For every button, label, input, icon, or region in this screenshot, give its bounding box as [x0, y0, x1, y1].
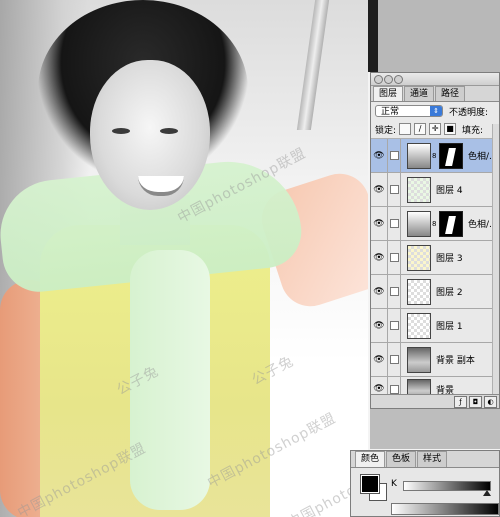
layer-link-box[interactable] — [388, 275, 401, 308]
layer-thumbnail — [407, 142, 431, 169]
layer-link-box[interactable] — [388, 241, 401, 274]
eye-icon[interactable]: 👁 — [371, 207, 388, 240]
eye-icon[interactable]: 👁 — [371, 139, 388, 172]
right-eye — [160, 128, 178, 134]
eye-icon[interactable]: 👁 — [371, 275, 388, 308]
fill-label: 填充: — [462, 125, 484, 136]
layer-link-box[interactable] — [388, 207, 401, 240]
chain-icon[interactable]: 8 — [432, 220, 438, 228]
layer-row[interactable]: 👁 图层 4 — [371, 173, 499, 207]
layer-thumbnail — [407, 244, 431, 271]
layer-mask[interactable] — [439, 210, 463, 237]
layers-tabs: 图层 通道 路径 — [371, 86, 499, 102]
blend-mode-select[interactable]: 正常 ⇕ — [375, 105, 443, 117]
workspace-background — [368, 0, 500, 72]
foreground-color-swatch[interactable] — [360, 474, 380, 494]
photo-canvas[interactable]: 中国photoshop联盟 公子兔 中国photoshop联盟 公子兔 中国ph… — [0, 0, 368, 517]
left-eye — [112, 128, 130, 134]
eye-icon[interactable]: 👁 — [371, 309, 388, 342]
layer-row[interactable]: 👁 图层 2 — [371, 275, 499, 309]
layer-style-icon[interactable]: ƒ — [454, 395, 467, 408]
close-icon[interactable] — [374, 75, 383, 84]
lock-all-icon[interactable]: ■ — [444, 123, 457, 135]
layers-scrollbar[interactable] — [492, 124, 499, 394]
layer-name: 图层 2 — [436, 288, 463, 298]
color-palette[interactable]: 颜色 色板 样式 K — [350, 450, 500, 517]
new-fill-icon[interactable]: ◐ — [484, 395, 497, 408]
layer-thumbnail — [407, 176, 431, 203]
tab-swatches[interactable]: 色板 — [386, 451, 417, 467]
blend-mode-value: 正常 — [381, 107, 400, 117]
layer-name: 背景 副本 — [436, 356, 475, 366]
layer-link-box[interactable] — [388, 173, 401, 206]
lock-move-icon[interactable]: ✛ — [429, 123, 442, 135]
layer-row[interactable]: 👁 图层 3 — [371, 241, 499, 275]
tab-channels[interactable]: 通道 — [404, 86, 435, 101]
layers-palette[interactable]: 图层 通道 路径 正常 ⇕ 不透明度: 锁定: ∕ ✛ ■ 填充: 👁 8 色相… — [370, 72, 500, 409]
color-tabs: 颜色 色板 样式 — [351, 451, 499, 468]
layer-name: 图层 3 — [436, 254, 463, 264]
layer-thumbnail — [407, 346, 431, 373]
layer-name: 图层 4 — [436, 186, 463, 196]
zoom-icon[interactable] — [394, 75, 403, 84]
tab-layers[interactable]: 图层 — [373, 86, 404, 101]
layer-thumbnail — [407, 312, 431, 339]
layer-thumbnail — [407, 210, 431, 237]
lock-brush-icon[interactable]: ∕ — [414, 123, 427, 135]
layer-row[interactable]: 👁 8 色相/... — [371, 207, 499, 241]
lock-label: 锁定: — [375, 125, 397, 136]
palette-titlebar[interactable] — [371, 73, 499, 86]
layer-link-box[interactable] — [388, 139, 401, 172]
chain-icon[interactable]: 8 — [432, 152, 438, 160]
layer-link-box[interactable] — [388, 309, 401, 342]
dropdown-arrow-icon: ⇕ — [430, 106, 442, 116]
layer-thumbnail — [407, 278, 431, 305]
layer-row[interactable]: 👁 8 色相/... — [371, 139, 499, 173]
lock-transparency-icon[interactable] — [399, 123, 412, 135]
add-mask-icon[interactable]: ◘ — [469, 395, 482, 408]
slider-knob-icon[interactable] — [483, 490, 491, 496]
background-frame — [296, 0, 330, 130]
workspace-gap — [370, 409, 500, 449]
layers-bottom-bar: ƒ ◘ ◐ — [371, 394, 499, 408]
color-ramp[interactable] — [391, 503, 499, 515]
tab-styles[interactable]: 样式 — [417, 451, 448, 467]
tab-color[interactable]: 颜色 — [355, 451, 386, 467]
minimize-icon[interactable] — [384, 75, 393, 84]
eye-icon[interactable]: 👁 — [371, 343, 388, 376]
layer-link-box[interactable] — [388, 343, 401, 376]
eye-icon[interactable]: 👁 — [371, 173, 388, 206]
layer-row[interactable]: 👁 图层 1 — [371, 309, 499, 343]
tab-paths[interactable]: 路径 — [435, 86, 466, 101]
eye-icon[interactable]: 👁 — [371, 241, 388, 274]
channel-label: K — [391, 479, 397, 489]
layer-name: 图层 1 — [436, 322, 463, 332]
opacity-label: 不透明度: — [449, 107, 489, 118]
layer-mask[interactable] — [439, 142, 463, 169]
layer-row[interactable]: 👁 背景 副本 — [371, 343, 499, 377]
k-slider[interactable] — [403, 481, 491, 491]
